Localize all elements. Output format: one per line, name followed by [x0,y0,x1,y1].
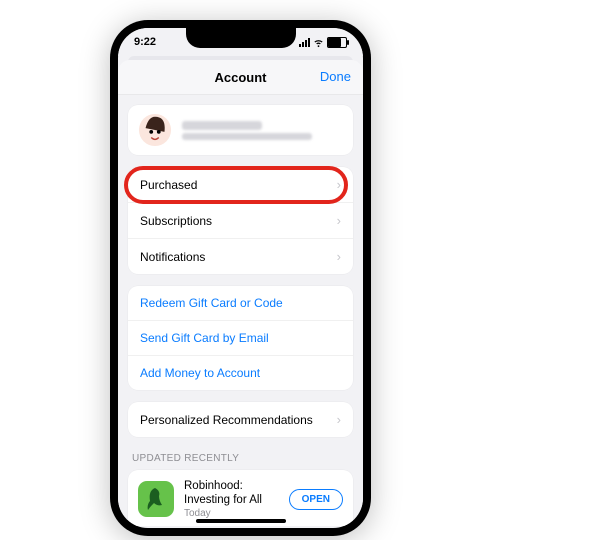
profile-email-redacted [182,133,312,140]
app-subtitle: Today [184,508,279,519]
sheet-header: Account Done [118,60,363,95]
cellular-icon [299,38,310,47]
link-redeem[interactable]: Redeem Gift Card or Code [128,286,353,320]
menu-purchased[interactable]: Purchased › [128,167,353,202]
battery-icon [327,37,347,48]
menu-label: Notifications [140,250,205,264]
chevron-right-icon: › [337,177,341,192]
status-indicators [299,37,347,48]
chevron-right-icon: › [337,249,341,264]
menu-label: Subscriptions [140,214,212,228]
open-button[interactable]: OPEN [289,489,343,510]
menu-notifications[interactable]: Notifications › [128,238,353,274]
section-updated-recently: UPDATED RECENTLY [128,449,353,470]
app-card-robinhood: Robinhood: Investing for All Today OPEN … [128,470,353,526]
menu-personalized[interactable]: Personalized Recommendations › [128,402,353,437]
link-add-money[interactable]: Add Money to Account [128,355,353,390]
notch [186,28,296,48]
profile-text [182,121,312,140]
avatar [138,113,172,147]
menu-subscriptions[interactable]: Subscriptions › [128,202,353,238]
page-title: Account [215,70,267,85]
chevron-right-icon: › [337,213,341,228]
menu-card: Purchased › Subscriptions › Notification… [128,167,353,274]
app-title: Robinhood: Investing for All [184,480,279,508]
menu-label: Purchased [140,178,197,192]
status-time: 9:22 [134,36,156,48]
menu-label: Personalized Recommendations [140,413,313,427]
link-send-gift[interactable]: Send Gift Card by Email [128,320,353,355]
phone-frame: 9:22 Account Done [110,20,371,536]
personalized-card: Personalized Recommendations › [128,402,353,437]
profile-name-redacted [182,121,262,130]
account-sheet: Account Done [118,60,363,526]
wifi-icon [313,37,324,48]
app-icon-robinhood [138,481,174,517]
done-button[interactable]: Done [320,60,351,94]
sheet-content: Purchased › Subscriptions › Notification… [118,95,363,526]
home-indicator[interactable] [196,519,286,523]
profile-card[interactable] [128,105,353,155]
screen: 9:22 Account Done [118,28,363,528]
links-card: Redeem Gift Card or Code Send Gift Card … [128,286,353,390]
chevron-right-icon: › [337,412,341,427]
